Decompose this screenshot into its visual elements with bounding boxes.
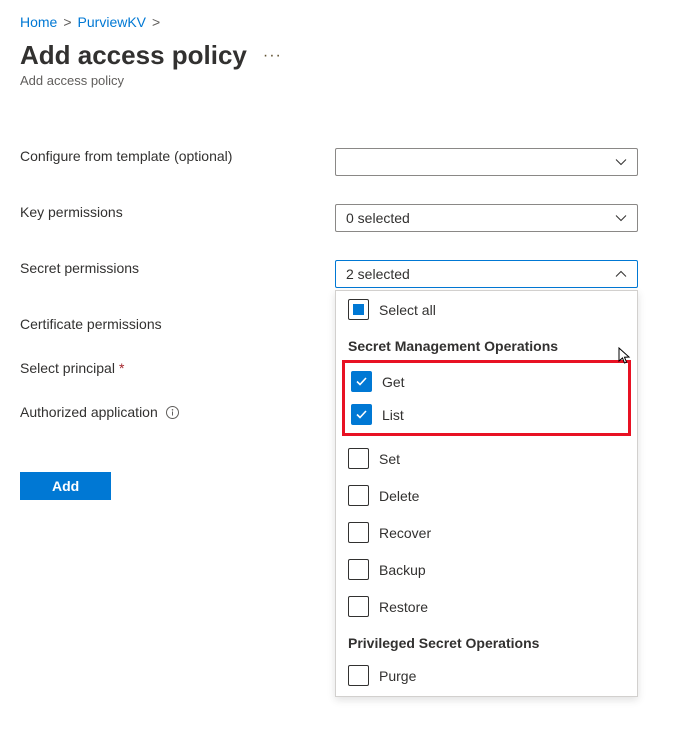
- more-actions-button[interactable]: ···: [259, 47, 286, 65]
- group-header-secret-management: Secret Management Operations: [336, 328, 637, 360]
- option-label: Set: [379, 451, 400, 467]
- label-key-permissions: Key permissions: [20, 204, 335, 220]
- checkbox-empty-icon: [348, 596, 369, 617]
- option-label: Get: [382, 374, 405, 390]
- option-delete[interactable]: Delete: [336, 477, 637, 514]
- breadcrumb-purviewkv[interactable]: PurviewKV: [78, 14, 146, 30]
- select-value: 2 selected: [346, 266, 410, 282]
- option-restore[interactable]: Restore: [336, 588, 637, 625]
- option-label: Restore: [379, 599, 428, 615]
- group-header-privileged: Privileged Secret Operations: [336, 625, 637, 657]
- option-list[interactable]: List: [345, 398, 628, 431]
- option-get[interactable]: Get: [345, 365, 628, 398]
- breadcrumb-separator: >: [152, 14, 160, 30]
- dropdown-secret-permissions: Select all Secret Management Operations …: [335, 290, 638, 697]
- option-set[interactable]: Set: [336, 440, 637, 477]
- label-text: Select principal: [20, 360, 115, 376]
- option-select-all[interactable]: Select all: [336, 291, 637, 328]
- checkbox-checked-icon: [351, 404, 372, 425]
- breadcrumb-separator: >: [63, 14, 71, 30]
- select-configure-template[interactable]: [335, 148, 638, 176]
- label-cert-permissions: Certificate permissions: [20, 316, 335, 332]
- option-label: Purge: [379, 668, 416, 684]
- checkbox-empty-icon: [348, 559, 369, 580]
- select-secret-permissions[interactable]: 2 selected: [335, 260, 638, 288]
- page-title: Add access policy: [20, 40, 247, 71]
- required-star-icon: *: [119, 360, 124, 376]
- chevron-down-icon: [615, 212, 627, 224]
- label-text: Authorized application: [20, 404, 158, 420]
- add-button[interactable]: Add: [20, 472, 111, 500]
- option-backup[interactable]: Backup: [336, 551, 637, 588]
- option-purge[interactable]: Purge: [336, 657, 637, 694]
- option-label: Backup: [379, 562, 426, 578]
- label-configure-template: Configure from template (optional): [20, 148, 335, 164]
- option-label: List: [382, 407, 404, 423]
- checkbox-empty-icon: [348, 665, 369, 686]
- option-label: Select all: [379, 302, 436, 318]
- breadcrumb: Home > PurviewKV >: [20, 14, 661, 30]
- checkbox-empty-icon: [348, 448, 369, 469]
- breadcrumb-home[interactable]: Home: [20, 14, 57, 30]
- page-subtitle: Add access policy: [20, 73, 661, 88]
- cursor-icon: [618, 347, 632, 368]
- option-label: Recover: [379, 525, 431, 541]
- select-value: 0 selected: [346, 210, 410, 226]
- checkbox-empty-icon: [348, 485, 369, 506]
- select-key-permissions[interactable]: 0 selected: [335, 204, 638, 232]
- chevron-up-icon: [615, 268, 627, 280]
- chevron-down-icon: [615, 156, 627, 168]
- label-select-principal: Select principal *: [20, 360, 335, 376]
- checkbox-checked-icon: [351, 371, 372, 392]
- info-icon[interactable]: [166, 405, 180, 419]
- option-recover[interactable]: Recover: [336, 514, 637, 551]
- label-authorized-app: Authorized application: [20, 404, 335, 420]
- option-label: Delete: [379, 488, 419, 504]
- checkbox-indeterminate-icon: [348, 299, 369, 320]
- checkbox-empty-icon: [348, 522, 369, 543]
- highlight-box: Get List: [342, 360, 631, 436]
- label-secret-permissions: Secret permissions: [20, 260, 335, 276]
